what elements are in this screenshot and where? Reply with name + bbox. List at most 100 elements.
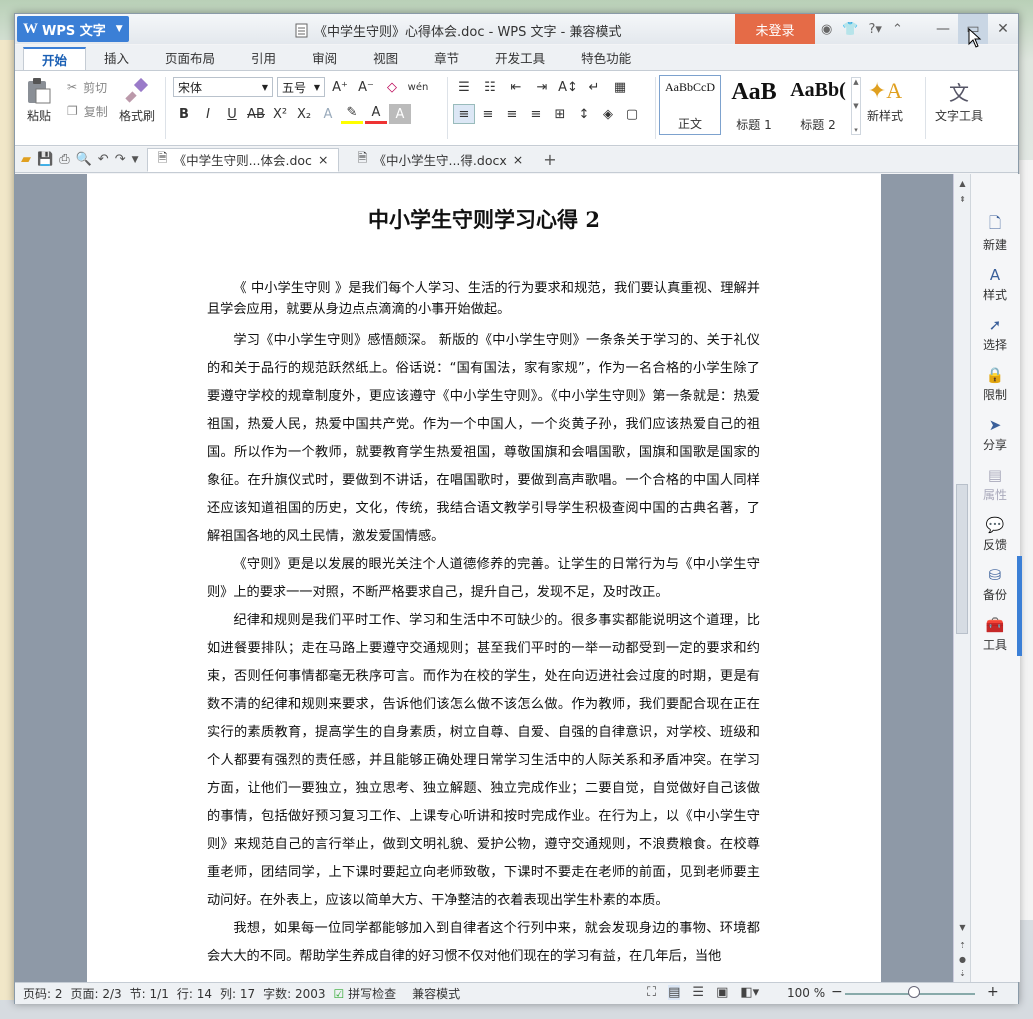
italic-icon[interactable]: I [197, 104, 219, 124]
app-menu-button[interactable]: W WPS 文字 ▼ [17, 16, 129, 42]
tab-page-layout[interactable]: 页面布局 [147, 47, 233, 71]
close-tab-icon[interactable]: × [318, 152, 328, 167]
scrollbar-thumb[interactable] [956, 484, 968, 634]
grow-font-icon[interactable]: A⁺ [329, 77, 351, 97]
scroll-up-icon[interactable]: ▲ [954, 176, 971, 190]
document-page[interactable]: 中小学生守则学习心得 2 《 中小学生守则 》是我们每个人学习、生活的行为要求和… [87, 174, 881, 982]
shading-icon[interactable]: ◈ [597, 104, 619, 124]
numbering-icon[interactable]: ☷ [479, 77, 501, 97]
style-heading-2[interactable]: AaBb( 标题 2 [787, 75, 849, 135]
increase-indent-icon[interactable]: ⇥ [531, 77, 553, 97]
align-left-icon[interactable]: ≡ [453, 104, 475, 124]
font-color-icon[interactable]: A [365, 104, 387, 124]
close-tab-icon[interactable]: × [513, 152, 523, 167]
spell-check-toggle[interactable]: ☑ 拼写检查 [330, 985, 401, 1002]
tab-features[interactable]: 特色功能 [563, 47, 649, 71]
redo-icon[interactable]: ↷ [115, 152, 126, 167]
task-share[interactable]: ➤ 分享 [971, 416, 1019, 453]
text-tools-button[interactable]: 文 文字工具 [935, 75, 983, 124]
tab-section[interactable]: 章节 [416, 47, 477, 71]
skin-icon[interactable]: 👕 [842, 22, 858, 37]
font-size-select[interactable]: 五号 ▼ [277, 77, 325, 97]
bullets-icon[interactable]: ☰ [453, 77, 475, 97]
task-restrict[interactable]: 🔒 限制 [971, 366, 1019, 403]
vertical-scrollbar[interactable]: ▲ ⇞ ▼ ⇡ ● ⇣ [953, 174, 970, 982]
task-feedback[interactable]: 💬 反馈 [971, 516, 1019, 553]
minimize-button[interactable]: — [928, 14, 958, 44]
style-normal[interactable]: AaBbCcD 正文 [659, 75, 721, 135]
new-style-button[interactable]: ✦A 新样式 [867, 75, 903, 124]
style-heading-1[interactable]: AaB 标题 1 [723, 75, 785, 135]
text-effect-icon[interactable]: A [317, 104, 339, 124]
copy-button[interactable]: ❐ 复制 [67, 99, 108, 123]
shrink-font-icon[interactable]: A⁻ [355, 77, 377, 97]
justify-icon[interactable]: ≡ [525, 104, 547, 124]
tab-developer[interactable]: 开发工具 [477, 47, 563, 71]
document-tab[interactable]: 🗎 《中小学生守...得.docx × [347, 148, 533, 172]
tab-insert[interactable]: 插入 [86, 47, 147, 71]
outline-view-icon[interactable]: ☰ [692, 985, 704, 1000]
task-style[interactable]: A 样式 [971, 266, 1019, 303]
page-view-icon[interactable]: ▤ [668, 985, 681, 1000]
clear-format-icon[interactable]: ◇ [381, 77, 403, 97]
align-center-icon[interactable]: ≡ [477, 104, 499, 124]
reading-view-icon[interactable]: ◧▾ [740, 985, 759, 1000]
customize-toolbar-icon[interactable]: ▼ [132, 155, 139, 165]
new-tab-icon[interactable]: + [543, 150, 556, 169]
zoom-slider-knob[interactable] [908, 986, 920, 998]
task-properties[interactable]: ▤ 属性 [971, 466, 1019, 503]
align-right-icon[interactable]: ≡ [501, 104, 523, 124]
prev-page-icon[interactable]: ⇡ [954, 938, 971, 952]
cut-button[interactable]: ✂ 剪切 [67, 75, 108, 99]
tab-home[interactable]: 开始 [23, 47, 87, 71]
subscript-icon[interactable]: X₂ [293, 104, 315, 124]
print-icon[interactable]: ⎙ [59, 152, 69, 167]
document-body[interactable]: 《 中小学生守则 》是我们每个人学习、生活的行为要求和规范，我们要认真重视、理解… [207, 278, 760, 971]
collapse-ribbon-icon[interactable]: ⌃ [892, 22, 903, 37]
print-preview-icon[interactable]: 🔍 [76, 152, 92, 167]
help-icon[interactable]: ?▾ [869, 22, 882, 37]
paste-button[interactable]: 粘贴 [23, 75, 55, 124]
font-name-select[interactable]: 宋体 ▼ [173, 77, 273, 97]
phonetic-icon[interactable]: wén [407, 77, 429, 97]
undo-icon[interactable]: ↶ [98, 152, 109, 167]
scroll-top-icon[interactable]: ⇞ [954, 192, 971, 206]
scroll-down-icon[interactable]: ▼ [954, 920, 971, 934]
zoom-in-icon[interactable]: + [987, 984, 999, 1000]
document-tab-active[interactable]: 🗎 《中学生守则...体会.doc × [146, 147, 340, 172]
tab-review[interactable]: 审阅 [294, 47, 355, 71]
bold-icon[interactable]: B [173, 104, 195, 124]
task-new[interactable]: 🗋 新建 [971, 214, 1019, 253]
login-button[interactable]: 未登录 [735, 14, 815, 44]
line-spacing-icon[interactable]: ↕ [573, 104, 595, 124]
close-button[interactable]: ✕ [988, 14, 1018, 44]
style-gallery-scroll[interactable]: ▲ ▼ ▾ [851, 77, 861, 135]
task-backup[interactable]: ⛁ 备份 [971, 566, 1019, 603]
tab-references[interactable]: 引用 [233, 47, 294, 71]
web-view-icon[interactable]: ▣ [716, 985, 728, 1000]
distribute-icon[interactable]: ⊞ [549, 104, 571, 124]
zoom-level[interactable]: 100 % [787, 986, 825, 1000]
task-select[interactable]: ➚ 选择 [971, 316, 1019, 353]
borders-icon[interactable]: ▢ [621, 104, 643, 124]
superscript-icon[interactable]: X² [269, 104, 291, 124]
tab-view[interactable]: 视图 [355, 47, 416, 71]
select-browse-icon[interactable]: ● [954, 952, 971, 966]
strikethrough-icon[interactable]: AB [245, 104, 267, 124]
decrease-indent-icon[interactable]: ⇤ [505, 77, 527, 97]
next-page-icon[interactable]: ⇣ [954, 966, 971, 980]
open-folder-icon[interactable]: ▰ [21, 152, 31, 167]
show-marks-icon[interactable]: ↵ [583, 77, 605, 97]
sort-icon[interactable]: A↕ [557, 77, 579, 97]
zoom-out-icon[interactable]: − [831, 984, 843, 1000]
task-tools[interactable]: 🧰 工具 [971, 616, 1019, 653]
highlight-icon[interactable]: ✎ [341, 104, 363, 124]
char-shading-icon[interactable]: A [389, 104, 411, 124]
status-pages[interactable]: 页面: 2/3 [67, 985, 126, 1002]
format-painter-button[interactable]: 格式刷 [119, 75, 155, 124]
underline-icon[interactable]: U [221, 104, 243, 124]
fullscreen-view-icon[interactable]: ⛶ [647, 985, 656, 1000]
save-icon[interactable]: 💾 [37, 152, 53, 167]
table-icon[interactable]: ▦ [609, 77, 631, 97]
sync-icon[interactable]: ◉ [821, 22, 832, 37]
